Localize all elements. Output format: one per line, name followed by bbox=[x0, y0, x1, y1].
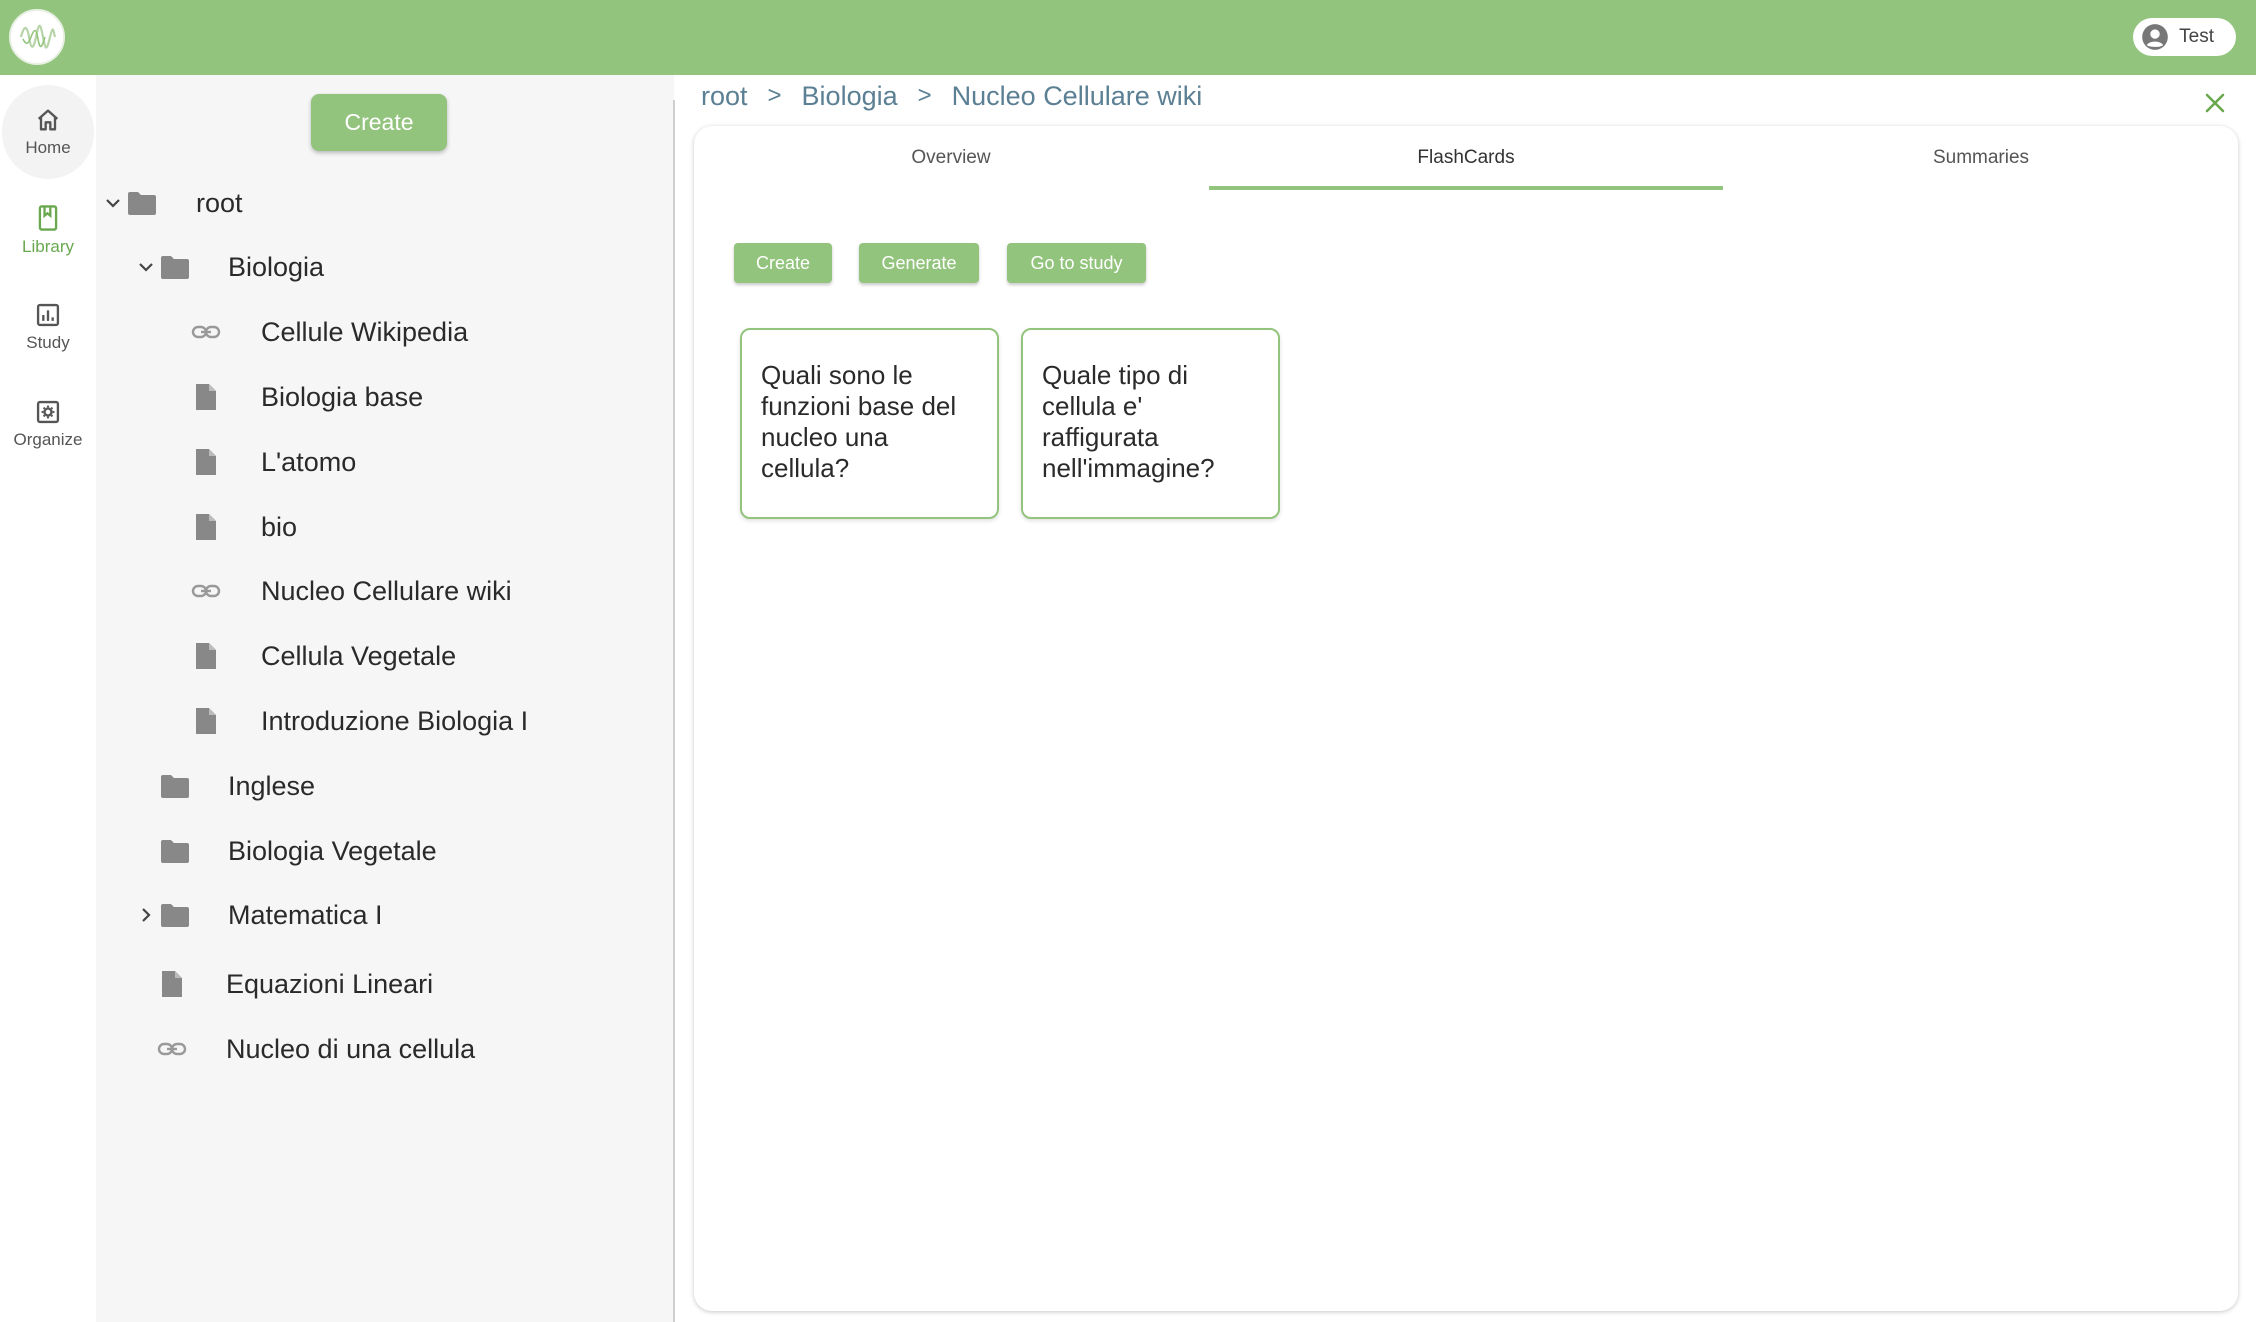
settings-box-icon bbox=[36, 400, 60, 424]
link-icon bbox=[190, 575, 222, 607]
nav-home[interactable]: Home bbox=[0, 85, 96, 179]
tree-item-matematica[interactable]: Matematica I bbox=[133, 892, 660, 938]
nav-home-label: Home bbox=[25, 138, 71, 157]
bar-chart-icon bbox=[36, 303, 60, 327]
tab-summaries[interactable]: Summaries bbox=[1724, 126, 2238, 190]
tree-item-label: Biologia bbox=[228, 251, 325, 282]
tree-item-label: bio bbox=[261, 511, 298, 542]
file-icon bbox=[156, 968, 188, 1000]
tree-item-label: Biologia Vegetale bbox=[228, 835, 437, 866]
app-logo[interactable] bbox=[9, 9, 65, 65]
breadcrumb-root[interactable]: root bbox=[701, 81, 748, 112]
nav-organize-label: Organize bbox=[13, 430, 83, 449]
flashcard-question: Quale tipo di cellula e' raffigurata nel… bbox=[1042, 360, 1215, 483]
generate-flashcards-button[interactable]: Generate bbox=[859, 243, 979, 283]
user-menu-button[interactable]: Test bbox=[2133, 18, 2236, 56]
tree-item-biologia[interactable]: Biologia bbox=[133, 244, 660, 290]
navigation-rail: Home Library Study Organize bbox=[0, 75, 96, 1322]
tree-item-introduzione-biologia[interactable]: Introduzione Biologia I bbox=[190, 698, 660, 744]
top-app-bar: Test bbox=[0, 0, 2256, 75]
chevron-down-icon[interactable] bbox=[102, 192, 124, 214]
chevron-right-icon[interactable] bbox=[135, 904, 157, 926]
breadcrumb-separator: > bbox=[917, 82, 932, 109]
tree-item-equazioni-lineari[interactable]: Equazioni Lineari bbox=[156, 961, 660, 1007]
folder-icon bbox=[159, 835, 191, 867]
breadcrumb: root > Biologia > Nucleo Cellulare wiki bbox=[701, 76, 1202, 116]
link-icon bbox=[156, 1033, 188, 1065]
file-icon bbox=[190, 640, 222, 672]
tree-item-label: Nucleo Cellulare wiki bbox=[261, 575, 512, 606]
tree-item-cellule-wikipedia[interactable]: Cellule Wikipedia bbox=[190, 309, 660, 355]
file-icon bbox=[190, 446, 222, 478]
tree-item-inglese[interactable]: Inglese bbox=[159, 763, 659, 809]
tree-item-biologia-base[interactable]: Biologia base bbox=[190, 374, 660, 420]
tree-item-label: Cellule Wikipedia bbox=[261, 316, 469, 347]
tree-item-label: Inglese bbox=[228, 770, 316, 801]
tree-item-label: Cellula Vegetale bbox=[261, 640, 457, 671]
bookmark-icon bbox=[38, 205, 58, 231]
flashcard-question: Quali sono le funzioni base del nucleo u… bbox=[761, 360, 957, 483]
tab-overview[interactable]: Overview bbox=[694, 126, 1208, 190]
tree-item-bio[interactable]: bio bbox=[190, 504, 660, 550]
file-icon bbox=[190, 511, 222, 543]
panel-divider[interactable] bbox=[673, 100, 675, 1322]
close-icon[interactable] bbox=[2200, 88, 2230, 118]
tree-item-label: Equazioni Lineari bbox=[226, 968, 434, 999]
breadcrumb-biologia[interactable]: Biologia bbox=[802, 81, 898, 112]
create-flashcard-button[interactable]: Create bbox=[734, 243, 832, 283]
go-to-study-button[interactable]: Go to study bbox=[1007, 243, 1146, 283]
tree-item-nucleo-cellulare-wiki[interactable]: Nucleo Cellulare wiki bbox=[190, 568, 660, 614]
nav-library-label: Library bbox=[22, 237, 74, 256]
tree-item-label: root bbox=[196, 187, 243, 218]
nav-organize[interactable]: Organize bbox=[0, 379, 96, 469]
breadcrumb-current[interactable]: Nucleo Cellulare wiki bbox=[952, 81, 1203, 112]
chevron-down-icon[interactable] bbox=[135, 256, 157, 278]
file-icon bbox=[190, 705, 222, 737]
folder-icon bbox=[126, 187, 158, 219]
file-icon bbox=[190, 381, 222, 413]
breadcrumb-separator: > bbox=[767, 82, 782, 109]
tree-item-biologia-vegetale[interactable]: Biologia Vegetale bbox=[159, 828, 659, 874]
tree-item-root[interactable]: root bbox=[100, 180, 660, 226]
tree-item-cellula-vegetale[interactable]: Cellula Vegetale bbox=[190, 633, 660, 679]
user-name: Test bbox=[2179, 26, 2214, 47]
resource-detail-card: Overview FlashCards Summaries Create Gen… bbox=[694, 126, 2238, 1311]
tab-bar: Overview FlashCards Summaries bbox=[694, 126, 2238, 190]
tree-item-nucleo-di-una-cellula[interactable]: Nucleo di una cellula bbox=[156, 1026, 660, 1072]
waveform-logo-icon bbox=[19, 24, 57, 49]
tree-item-latomo[interactable]: L'atomo bbox=[190, 439, 660, 485]
folder-icon bbox=[159, 251, 191, 283]
folder-icon bbox=[159, 899, 191, 931]
account-circle-icon bbox=[2141, 23, 2169, 51]
flashcard[interactable]: Quali sono le funzioni base del nucleo u… bbox=[740, 328, 999, 519]
create-item-button[interactable]: Create bbox=[311, 94, 447, 151]
nav-study-label: Study bbox=[26, 333, 70, 352]
tree-item-label: Introduzione Biologia I bbox=[261, 705, 529, 736]
link-icon bbox=[190, 316, 222, 348]
tree-item-label: Nucleo di una cellula bbox=[226, 1033, 476, 1064]
tree-item-label: Matematica I bbox=[228, 899, 383, 930]
tree-item-label: Biologia base bbox=[261, 381, 424, 412]
tree-item-label: L'atomo bbox=[261, 446, 357, 477]
home-icon bbox=[37, 109, 59, 131]
tab-flashcards[interactable]: FlashCards bbox=[1209, 126, 1723, 190]
nav-study[interactable]: Study bbox=[0, 282, 96, 372]
nav-library[interactable]: Library bbox=[0, 185, 96, 275]
active-tab-indicator bbox=[1209, 186, 1723, 190]
flashcard[interactable]: Quale tipo di cellula e' raffigurata nel… bbox=[1021, 328, 1280, 519]
folder-icon bbox=[159, 770, 191, 802]
